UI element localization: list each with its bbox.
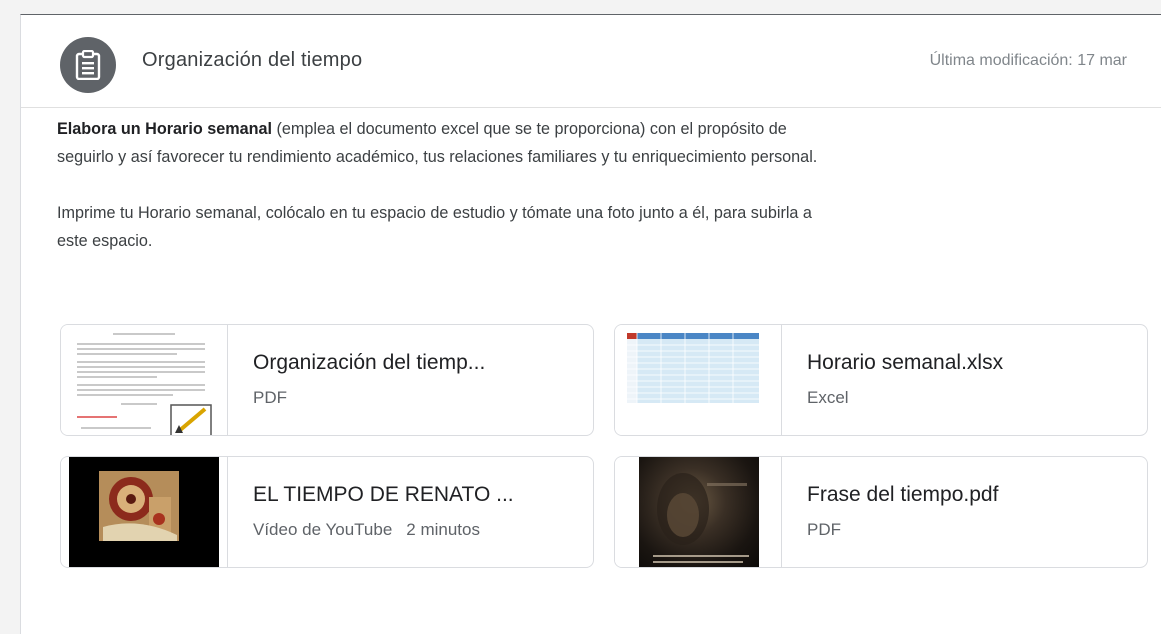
description-paragraph-2: Imprime tu Horario semanal, colócalo en … bbox=[57, 204, 812, 250]
assignment-description: Elabora un Horario semanal (emplea el do… bbox=[57, 115, 837, 255]
attachment-name[interactable]: Frase del tiempo.pdf bbox=[807, 483, 998, 507]
pdf-thumbnail bbox=[61, 325, 228, 435]
assignment-header[interactable]: Organización del tiempo Última modificac… bbox=[21, 15, 1161, 108]
assignment-title[interactable]: Organización del tiempo bbox=[142, 49, 362, 72]
attachment-type: PDF bbox=[807, 520, 841, 539]
video-duration: 2 minutos bbox=[406, 520, 480, 539]
assignment-icon bbox=[60, 37, 116, 93]
description-paragraph-1: Elabora un Horario semanal (emplea el do… bbox=[57, 115, 837, 171]
attachment-pdf-frase[interactable]: Frase del tiempo.pdf PDF bbox=[614, 456, 1148, 568]
video-thumbnail bbox=[61, 457, 228, 567]
attachment-name[interactable]: EL TIEMPO DE RENATO ... bbox=[253, 483, 514, 507]
attachment-type: Excel bbox=[807, 388, 849, 407]
excel-thumbnail bbox=[615, 325, 782, 435]
attachment-video-renato[interactable]: EL TIEMPO DE RENATO ... Vídeo de YouTube… bbox=[60, 456, 594, 568]
attachment-pdf-organizacion[interactable]: Organización del tiemp... PDF bbox=[60, 324, 594, 436]
attachment-name[interactable]: Horario semanal.xlsx bbox=[807, 351, 1003, 375]
attachment-name[interactable]: Organización del tiemp... bbox=[253, 351, 485, 375]
last-modified-label: Última modificación: 17 mar bbox=[929, 52, 1127, 69]
attachment-type: Vídeo de YouTube 2 minutos bbox=[253, 520, 480, 540]
attachment-type-label: Vídeo de YouTube bbox=[253, 520, 393, 539]
attachment-type: PDF bbox=[253, 388, 287, 407]
pdf-thumbnail bbox=[615, 457, 782, 567]
assignment-card: Organización del tiempo Última modificac… bbox=[20, 14, 1161, 634]
description-bold: Elabora un Horario semanal bbox=[57, 120, 272, 138]
attachment-excel-horario[interactable]: Horario semanal.xlsx Excel bbox=[614, 324, 1148, 436]
